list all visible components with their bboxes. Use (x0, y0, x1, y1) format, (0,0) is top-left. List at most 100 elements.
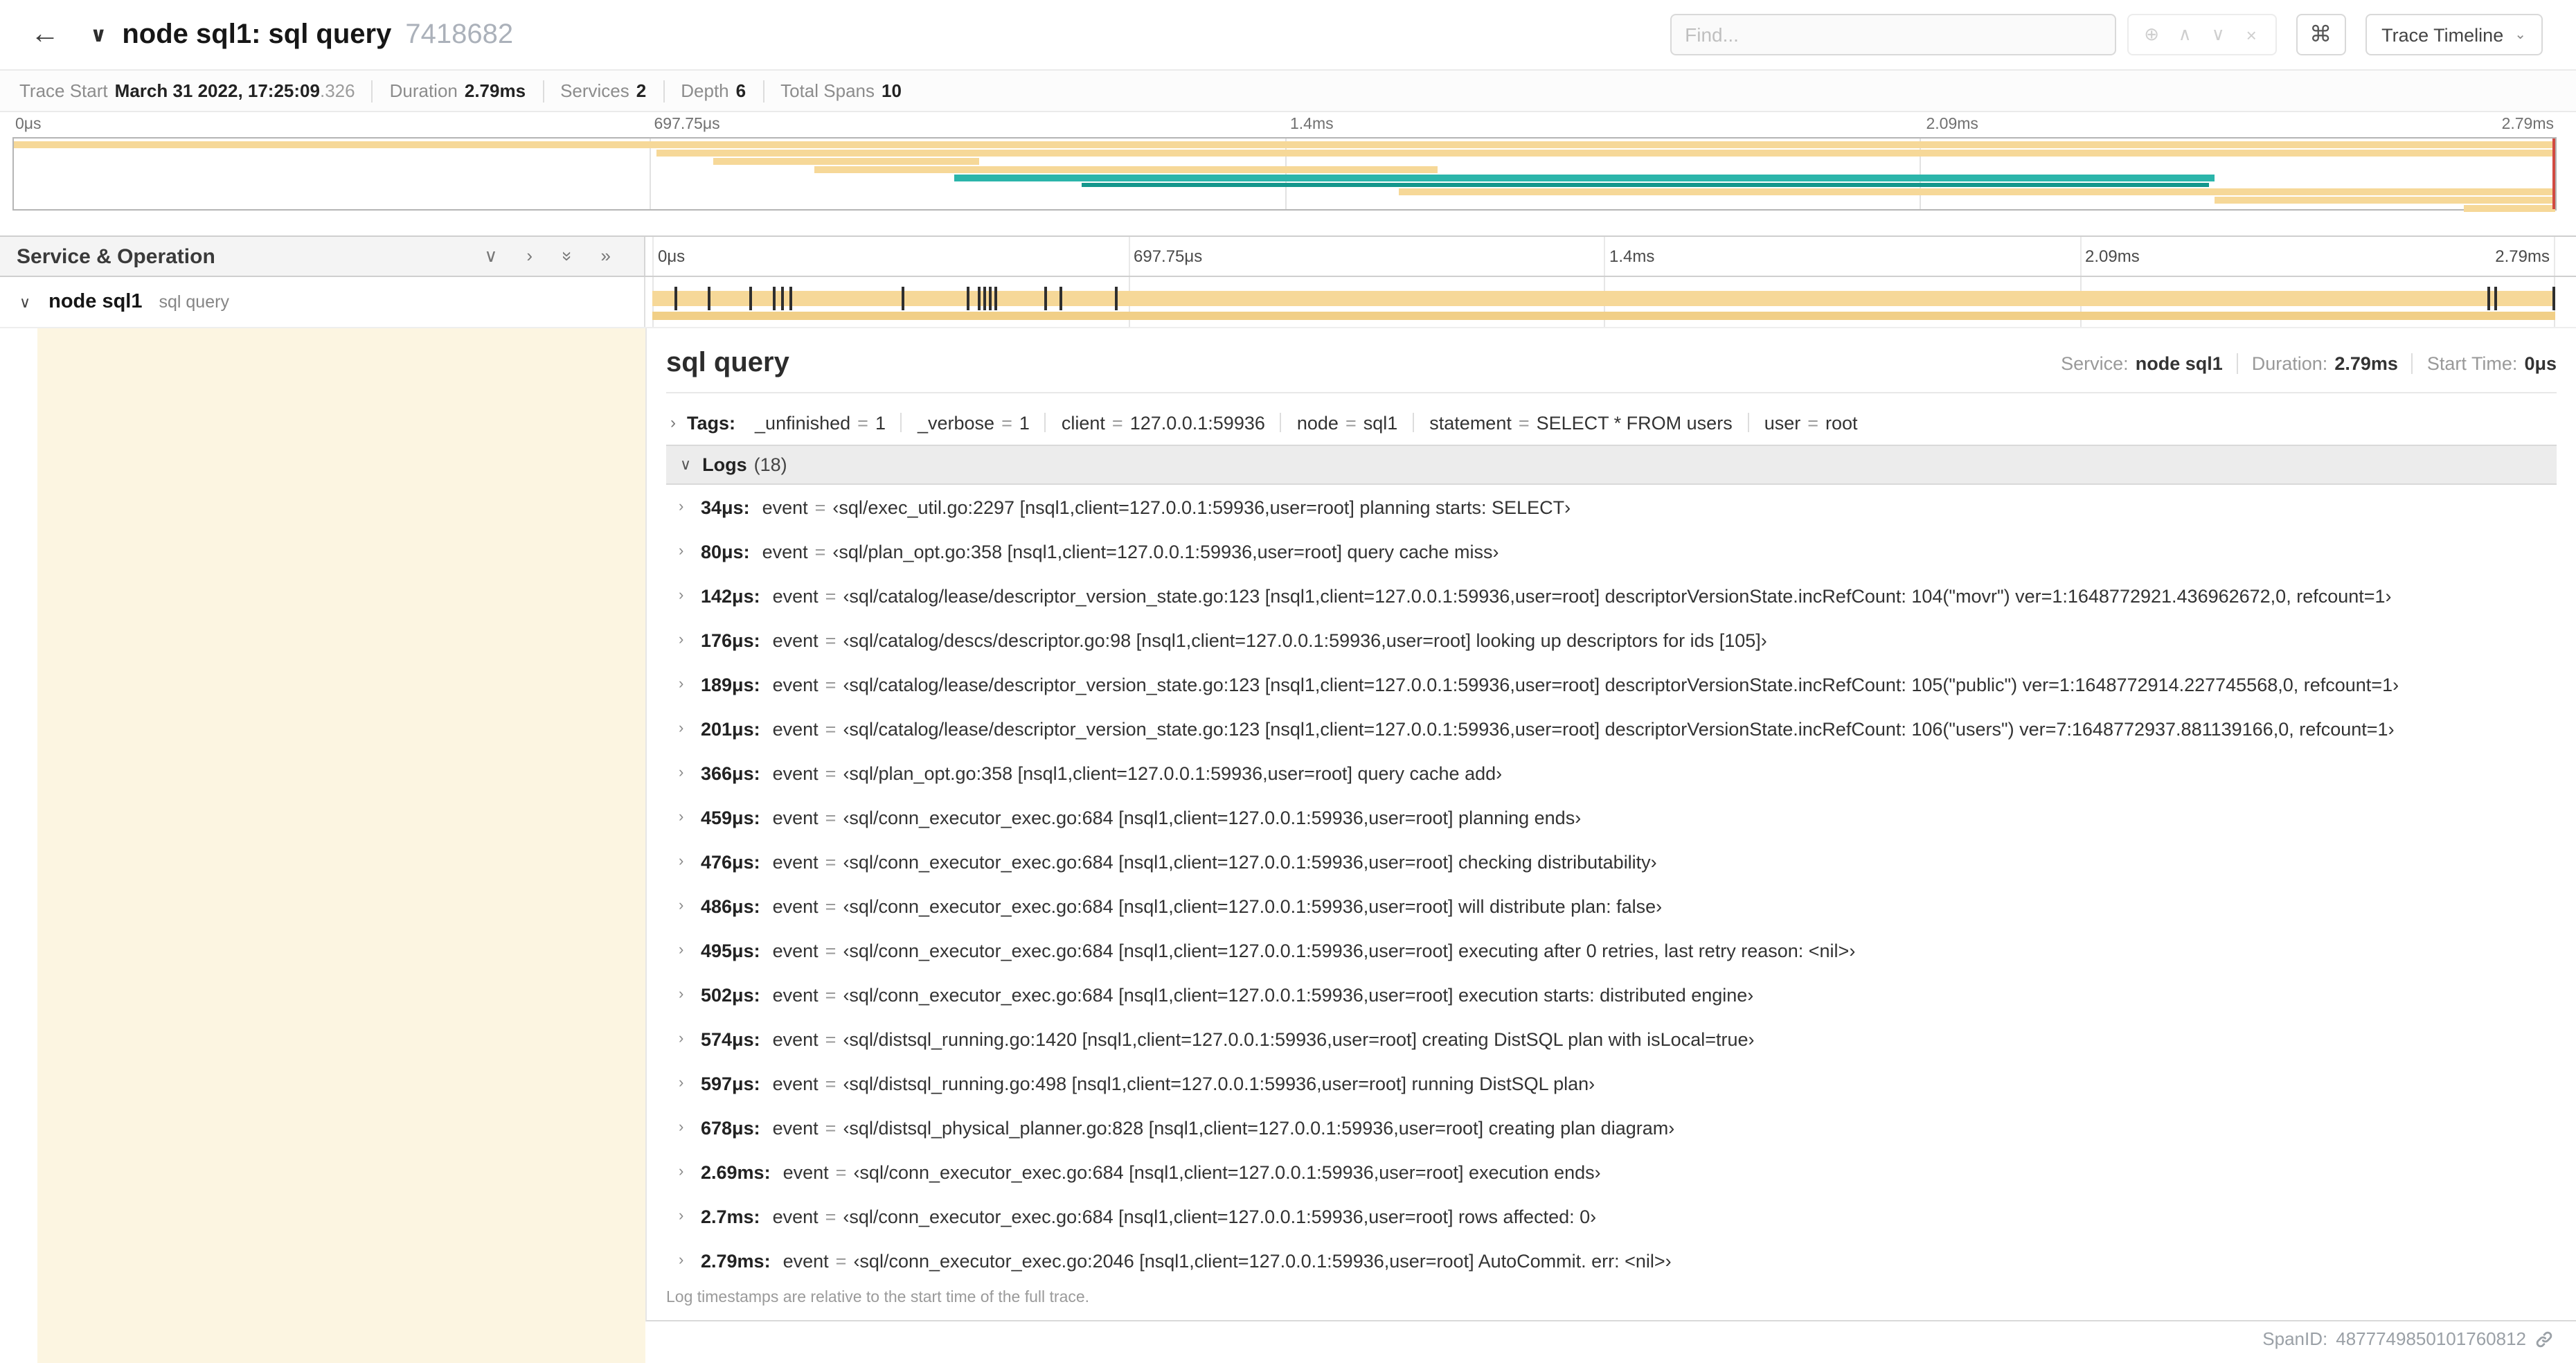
tags-chevron-right-icon[interactable]: › (670, 413, 676, 432)
log-chevron-right-icon[interactable]: › (679, 942, 701, 959)
minimap-span-bar (954, 175, 2215, 181)
meta-item: Duration: 2.79ms (2236, 353, 2398, 373)
tag-key: statement (1429, 412, 1512, 433)
log-row[interactable]: › 502μs: event = ‹sql/conn_executor_exec… (666, 972, 2557, 1017)
log-equals: = (835, 1250, 847, 1271)
tag-equals: = (1111, 412, 1123, 433)
log-field-value: ‹sql/distsql_running.go:1420 [nsql1,clie… (843, 1028, 1755, 1049)
log-equals: = (825, 674, 837, 695)
log-chevron-right-icon[interactable]: › (679, 1252, 701, 1269)
log-chevron-right-icon[interactable]: › (679, 587, 701, 604)
trace-page: ← ∨ node sql1: sql query 7418682 ⊕ ∧ ∨ ×… (0, 0, 2576, 1363)
tags-row[interactable]: › Tags: _unfinished = 1 _verbose = 1 cli… (666, 403, 2557, 442)
ruler-gridline (1604, 237, 1605, 276)
tag-item: _verbose = 1 (900, 412, 1030, 433)
log-field-value: ‹sql/catalog/descs/descriptor.go:98 [nsq… (843, 630, 1767, 650)
logs-accordion-header[interactable]: ∨ Logs (18) (666, 445, 2557, 485)
log-row[interactable]: › 201μs: event = ‹sql/catalog/lease/desc… (666, 706, 2557, 751)
log-equals: = (825, 851, 837, 872)
title-chevron-down-icon[interactable]: ∨ (90, 22, 107, 47)
back-arrow-icon[interactable]: ← (30, 18, 60, 51)
log-chevron-right-icon[interactable]: › (679, 853, 701, 870)
log-row[interactable]: › 678μs: event = ‹sql/distsql_physical_p… (666, 1105, 2557, 1150)
timeline-ruler: 0μs 697.75μs 1.4ms 2.09ms 2.79ms (645, 237, 2576, 276)
timeline-minimap[interactable]: 0μs 697.75μs 1.4ms 2.09ms 2.79ms (12, 116, 2557, 213)
span-id-row: SpanID: 4877749850101760812 (2262, 1328, 2554, 1349)
log-chevron-right-icon[interactable]: › (679, 809, 701, 826)
minimap-axis-label: 2.79ms (2501, 116, 2554, 133)
log-timestamp: 2.69ms: (701, 1161, 771, 1182)
log-timestamp: 189μs: (701, 674, 760, 695)
log-chevron-right-icon[interactable]: › (679, 543, 701, 560)
log-field-value: ‹sql/exec_util.go:2297 [nsql1,client=127… (832, 497, 1571, 517)
log-chevron-right-icon[interactable]: › (679, 898, 701, 914)
collapse-one-icon[interactable]: › (526, 245, 533, 267)
log-row[interactable]: › 574μs: event = ‹sql/distsql_running.go… (666, 1017, 2557, 1061)
focus-span-icon[interactable]: ⊕ (2135, 24, 2168, 46)
span-row-timeline[interactable] (645, 277, 2576, 327)
tag-item: _unfinished = 1 (755, 412, 886, 433)
log-chevron-right-icon[interactable]: › (679, 499, 701, 515)
log-row[interactable]: › 476μs: event = ‹sql/conn_executor_exec… (666, 839, 2557, 884)
span-bar[interactable] (652, 291, 2555, 306)
log-row[interactable]: › 2.69ms: event = ‹sql/conn_executor_exe… (666, 1150, 2557, 1194)
summary-item: Total Spans 10 (762, 80, 902, 102)
log-row[interactable]: › 597μs: event = ‹sql/distsql_running.go… (666, 1061, 2557, 1105)
log-row[interactable]: › 80μs: event = ‹sql/plan_opt.go:358 [ns… (666, 529, 2557, 573)
expand-one-icon[interactable]: » (601, 245, 611, 267)
log-chevron-right-icon[interactable]: › (679, 1119, 701, 1136)
find-input[interactable] (1670, 14, 2116, 55)
span-row[interactable]: ∨ node sql1 sql query (0, 277, 2576, 328)
log-row[interactable]: › 176μs: event = ‹sql/catalog/descs/desc… (666, 618, 2557, 662)
collapse-all-icon[interactable]: ∨ (484, 245, 497, 267)
log-chevron-right-icon[interactable]: › (679, 1031, 701, 1047)
log-field-value: ‹sql/distsql_running.go:498 [nsql1,clien… (843, 1073, 1595, 1094)
log-row[interactable]: › 189μs: event = ‹sql/catalog/lease/desc… (666, 662, 2557, 706)
row-chevron-down-icon[interactable]: ∨ (19, 293, 30, 311)
minimap-canvas[interactable] (12, 137, 2557, 212)
log-row[interactable]: › 495μs: event = ‹sql/conn_executor_exec… (666, 928, 2557, 972)
minimap-scrubber[interactable] (2552, 139, 2555, 209)
top-bar-controls: ⊕ ∧ ∨ × ⌘ Trace Timeline ⌄ (1670, 14, 2543, 55)
ruler-tick-label: 0μs (658, 247, 686, 266)
span-row-label[interactable]: ∨ node sql1 sql query (0, 277, 645, 327)
log-chevron-right-icon[interactable]: › (679, 676, 701, 693)
expand-all-icon[interactable]: » (555, 251, 578, 261)
log-field-value: ‹sql/distsql_physical_planner.go:828 [ns… (843, 1117, 1675, 1138)
trace-id: 7418682 (405, 19, 514, 49)
log-row[interactable]: › 366μs: event = ‹sql/plan_opt.go:358 [n… (666, 751, 2557, 795)
ruler-gridline (1128, 237, 1129, 276)
meta-label: Duration: (2251, 353, 2328, 373)
minimap-span-row (14, 175, 2555, 181)
link-icon[interactable] (2534, 1329, 2554, 1348)
log-row[interactable]: › 142μs: event = ‹sql/catalog/lease/desc… (666, 573, 2557, 618)
log-chevron-right-icon[interactable]: › (679, 765, 701, 781)
log-chevron-right-icon[interactable]: › (679, 1164, 701, 1180)
trace-view-dropdown[interactable]: Trace Timeline ⌄ (2365, 14, 2543, 55)
log-row[interactable]: › 486μs: event = ‹sql/conn_executor_exec… (666, 884, 2557, 928)
log-row[interactable]: › 2.79ms: event = ‹sql/conn_executor_exe… (666, 1238, 2557, 1283)
find-next-icon[interactable]: ∨ (2201, 24, 2235, 46)
tag-key: user (1764, 412, 1801, 433)
tag-key: client (1061, 412, 1105, 433)
log-row[interactable]: › 2.7ms: event = ‹sql/conn_executor_exec… (666, 1194, 2557, 1238)
log-chevron-right-icon[interactable]: › (679, 1075, 701, 1092)
span-operation-name: sql query (159, 292, 229, 312)
summary-item: Duration 2.79ms (371, 80, 526, 102)
log-chevron-right-icon[interactable]: › (679, 632, 701, 648)
clear-find-icon[interactable]: × (2235, 24, 2268, 45)
log-chevron-right-icon[interactable]: › (679, 1208, 701, 1224)
tag-equals: = (1807, 412, 1819, 433)
tag-value: 1 (1019, 412, 1030, 433)
log-chevron-right-icon[interactable]: › (679, 720, 701, 737)
keyboard-shortcuts-button[interactable]: ⌘ (2296, 14, 2346, 55)
log-chevron-right-icon[interactable]: › (679, 986, 701, 1003)
logs-chevron-down-icon[interactable]: ∨ (680, 456, 691, 474)
log-equals: = (825, 940, 837, 961)
log-row[interactable]: › 34μs: event = ‹sql/exec_util.go:2297 [… (666, 485, 2557, 529)
summary-value: March 31 2022, 17:25:09 (114, 80, 320, 101)
log-row[interactable]: › 459μs: event = ‹sql/conn_executor_exec… (666, 795, 2557, 839)
minimap-axis-label: 0μs (15, 116, 42, 133)
find-prev-icon[interactable]: ∧ (2168, 24, 2201, 46)
logs-count: (18) (753, 454, 787, 475)
